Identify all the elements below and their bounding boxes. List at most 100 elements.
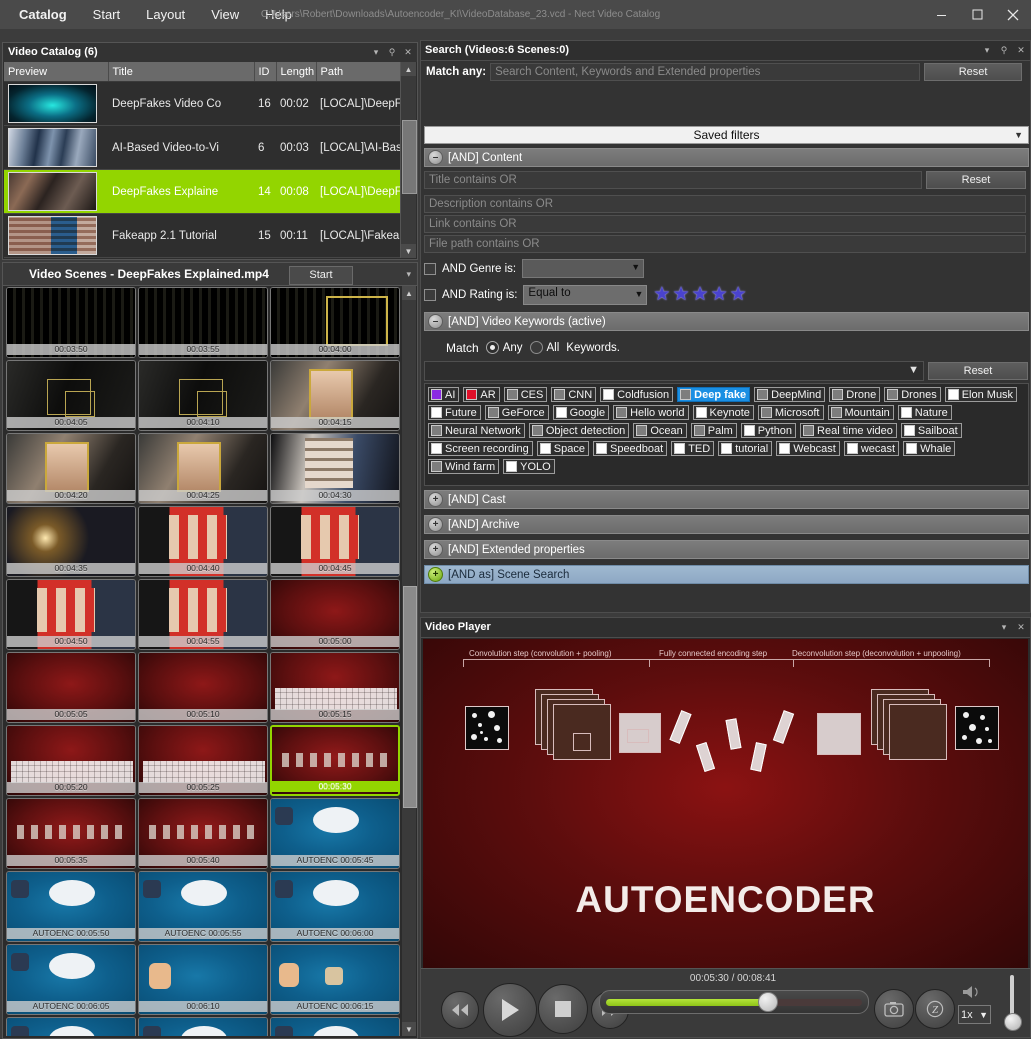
scene-thumbnail[interactable]: 00:04:45	[270, 506, 400, 577]
expand-icon[interactable]: +	[428, 542, 443, 557]
scene-thumbnail[interactable]: AUTOENC 00:05:50	[6, 871, 136, 942]
description-contains-input[interactable]	[424, 195, 1026, 213]
keyword-checkbox[interactable]	[488, 407, 499, 418]
scene-thumbnail[interactable]: AUTOENC 00:06:05	[6, 944, 136, 1015]
group-extended-properties[interactable]: + [AND] Extended properties	[424, 540, 1029, 559]
scene-thumbnail[interactable]: 00:05:25	[138, 725, 268, 796]
scene-thumbnail[interactable]: 00:05:35	[6, 798, 136, 869]
keyword-chip[interactable]: Sailboat	[901, 423, 962, 438]
volume-slider[interactable]	[999, 975, 1025, 1033]
close-icon[interactable]: ✕	[402, 46, 414, 58]
scene-thumbnail[interactable]: AUTOENC 00:05:55	[138, 871, 268, 942]
scene-thumbnail[interactable]: 00:04:40	[138, 506, 268, 577]
scene-thumbnail[interactable]	[270, 1017, 400, 1036]
pin-icon[interactable]: ⚲	[998, 44, 1010, 56]
keyword-checkbox[interactable]	[832, 389, 843, 400]
scroll-down-icon[interactable]: ▼	[402, 1022, 416, 1036]
scene-thumbnail[interactable]: AUTOENC 00:06:00	[270, 871, 400, 942]
keyword-checkbox[interactable]	[948, 389, 959, 400]
keyword-checkbox[interactable]	[757, 389, 768, 400]
star-icon[interactable]: ★	[692, 285, 709, 304]
scene-thumbnail[interactable]: 00:04:25	[138, 433, 268, 504]
play-button[interactable]	[483, 983, 537, 1037]
rating-checkbox[interactable]	[424, 289, 436, 301]
keyword-chip[interactable]: Google	[553, 405, 609, 420]
column-header-preview[interactable]: Preview	[4, 62, 108, 82]
scene-thumbnail[interactable]: 00:04:35	[6, 506, 136, 577]
keyword-chip[interactable]: Neural Network	[428, 423, 525, 438]
keyword-checkbox[interactable]	[904, 425, 915, 436]
keyword-checkbox[interactable]	[556, 407, 567, 418]
keyword-checkbox[interactable]	[507, 389, 518, 400]
mute-icon[interactable]	[961, 983, 987, 1004]
keyword-chip[interactable]: Drones	[884, 387, 940, 402]
chevron-down-icon[interactable]: ▾	[370, 46, 382, 58]
keyword-chip[interactable]: Coldfusion	[600, 387, 673, 402]
star-icon[interactable]: ★	[672, 285, 689, 304]
saved-filters-dropdown[interactable]: Saved filters ▼	[424, 126, 1029, 144]
rewind-button[interactable]	[441, 991, 479, 1029]
keyword-chip[interactable]: Mountain	[828, 405, 894, 420]
pin-icon[interactable]: ⚲	[386, 46, 398, 58]
chevron-down-icon[interactable]: ▾	[981, 44, 993, 56]
scrollbar-thumb[interactable]	[402, 120, 417, 194]
maximize-button[interactable]	[959, 0, 995, 29]
volume-knob[interactable]	[1004, 1013, 1022, 1031]
keyword-chip[interactable]: GeForce	[485, 405, 549, 420]
scene-thumbnail[interactable]: 00:04:30	[270, 433, 400, 504]
speed-selector[interactable]: 1x ▼	[958, 1005, 991, 1024]
close-icon[interactable]: ✕	[1015, 44, 1027, 56]
table-row[interactable]: DeepFakes Explaine 14 00:08 [LOCAL]\Deep…	[4, 170, 402, 214]
keyword-chip[interactable]: Drone	[829, 387, 880, 402]
scroll-down-icon[interactable]: ▼	[401, 244, 416, 258]
minimize-button[interactable]	[923, 0, 959, 29]
radio-any[interactable]: Any	[486, 341, 523, 354]
scene-thumbnail[interactable]: AUTOENC 00:05:45	[270, 798, 400, 869]
scene-thumbnail[interactable]: 00:05:05	[6, 652, 136, 723]
radio-all[interactable]: All	[530, 341, 560, 354]
filepath-contains-input[interactable]	[424, 235, 1026, 253]
rating-operator-dropdown[interactable]: Equal to ▼	[523, 285, 647, 305]
keyword-chip[interactable]: DeepMind	[754, 387, 825, 402]
expand-icon[interactable]: +	[428, 492, 443, 507]
column-header-title[interactable]: Title	[108, 62, 254, 82]
keyword-combo[interactable]: ▼	[424, 361, 924, 381]
keyword-checkbox[interactable]	[887, 389, 898, 400]
scene-thumbnail[interactable]: 00:03:50	[6, 287, 136, 358]
keyword-checkbox[interactable]	[554, 389, 565, 400]
video-catalog-grid[interactable]: Preview Title ID Length Path DeepFakes V…	[4, 62, 416, 258]
keyword-checkbox[interactable]	[680, 389, 691, 400]
reset-button-main[interactable]: Reset	[924, 63, 1022, 81]
keyword-checkbox[interactable]	[431, 389, 442, 400]
keyword-chip[interactable]: YOLO	[503, 459, 555, 474]
scene-thumbnail[interactable]: 00:03:55	[138, 287, 268, 358]
keyword-chip[interactable]: Keynote	[693, 405, 754, 420]
catalog-vertical-scrollbar[interactable]: ▲ ▼	[400, 62, 416, 258]
keyword-checkbox[interactable]	[831, 407, 842, 418]
keyword-chip[interactable]: Speedboat	[593, 441, 667, 456]
genre-checkbox[interactable]	[424, 263, 436, 275]
keyword-chip[interactable]: Object detection	[529, 423, 630, 438]
keyword-chip[interactable]: tutorial	[718, 441, 772, 456]
stop-button[interactable]	[538, 984, 588, 1034]
keyword-checkbox[interactable]	[596, 443, 607, 454]
keyword-chip[interactable]: Ocean	[633, 423, 686, 438]
scene-thumbnail[interactable]: 00:05:15	[270, 652, 400, 723]
column-header-id[interactable]: ID	[254, 62, 276, 82]
keyword-checkbox[interactable]	[431, 443, 442, 454]
scene-thumbnail[interactable]: 00:04:20	[6, 433, 136, 504]
keyword-checkbox[interactable]	[803, 425, 814, 436]
collapse-icon[interactable]: –	[428, 150, 443, 165]
scene-thumbnail[interactable]	[6, 1017, 136, 1036]
scenes-start-button[interactable]: Start	[289, 266, 353, 285]
keyword-checkbox[interactable]	[636, 425, 647, 436]
keyword-checkbox[interactable]	[674, 443, 685, 454]
keyword-chip[interactable]: Wind farm	[428, 459, 499, 474]
scene-thumbnail[interactable]: 00:06:10	[138, 944, 268, 1015]
keyword-checkbox[interactable]	[721, 443, 732, 454]
table-row[interactable]: Fakeapp 2.1 Tutorial 15 00:11 [LOCAL]\Fa…	[4, 214, 402, 258]
scene-thumbnail[interactable]: 00:05:30	[270, 725, 400, 796]
star-icon[interactable]: ★	[711, 285, 728, 304]
keyword-chip[interactable]: Webcast	[776, 441, 840, 456]
close-icon[interactable]: ✕	[1015, 621, 1027, 633]
